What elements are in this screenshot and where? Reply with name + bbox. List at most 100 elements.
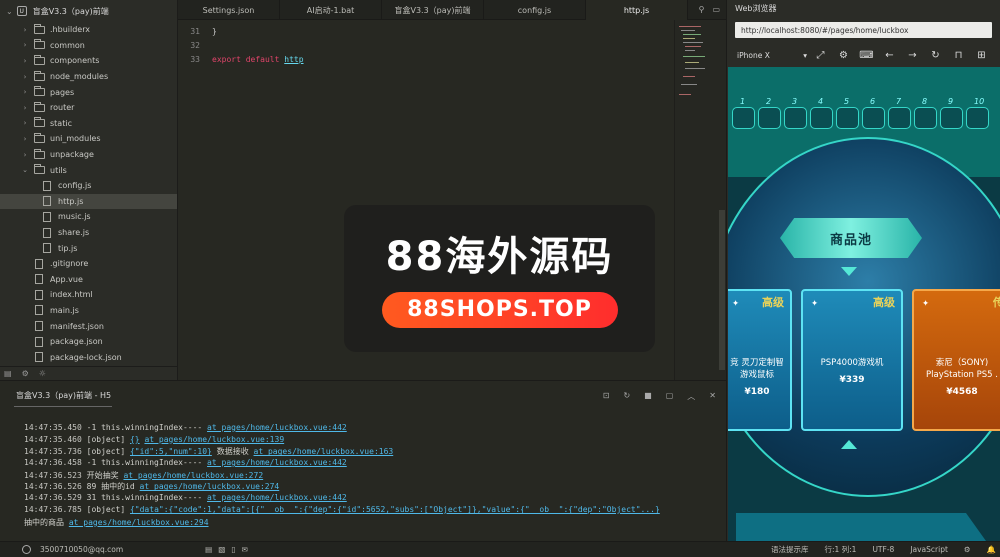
back-arrow-icon[interactable]: ←: [878, 50, 901, 61]
tree-file[interactable]: http.js: [0, 193, 177, 210]
tree-folder[interactable]: › static: [0, 116, 177, 132]
log-object[interactable]: {"id":5,"num":10}: [130, 447, 212, 456]
tree-file[interactable]: package-lock.json: [0, 349, 177, 365]
tree-item-label: node_modules: [50, 72, 109, 82]
prize-card[interactable]: 传 ✦ 索尼（SONY) PlayStation PS5 . ¥4568: [912, 289, 1000, 431]
watermark-url: 88SHOPS.TOP: [381, 291, 618, 328]
reload-icon[interactable]: ↻: [924, 50, 947, 61]
file-icon: [41, 243, 53, 254]
tree-file[interactable]: .gitignore: [0, 256, 177, 272]
code-line: 33 export default http: [178, 52, 674, 66]
chevron-right-icon: ›: [23, 88, 27, 97]
maximize-icon[interactable]: ▢: [666, 391, 674, 402]
tree-folder[interactable]: › unpackage: [0, 147, 177, 163]
tree-folder[interactable]: › pages: [0, 84, 177, 100]
tree-file[interactable]: index.html: [0, 287, 177, 303]
cursor-position[interactable]: 行:1 列:1: [824, 544, 856, 555]
log-line: 14:47:36.523 开始抽奖 at pages/home/luckbox.…: [24, 470, 726, 482]
log-source-link[interactable]: at pages/home/luckbox.vue:294: [69, 518, 209, 527]
card-price: ¥180: [744, 387, 770, 397]
card-name-line: PlayStation PS5 .: [926, 370, 998, 380]
mail-icon[interactable]: ✉: [241, 545, 247, 554]
terminal-icon[interactable]: ▤: [205, 545, 212, 554]
split-view-icon[interactable]: ▭: [712, 5, 720, 14]
folder-icon: [33, 132, 45, 144]
prize-card[interactable]: 高级 ✦ PSP4000游戏机 ¥339: [801, 289, 903, 431]
tree-file[interactable]: config.js: [0, 178, 177, 194]
screenshot-icon[interactable]: ⊞: [970, 50, 993, 61]
sidebar-bottom-bar: ▤ ⚙ ☼: [0, 366, 177, 380]
tree-folder[interactable]: › node_modules: [0, 69, 177, 85]
log-object[interactable]: {"data":{"code":1,"data":[{"__ob__":{"de…: [130, 505, 660, 514]
card-name-line: 竞 灵刀定制智: [730, 358, 784, 368]
code-keyword: export default: [212, 54, 280, 64]
tree-file[interactable]: App.vue: [0, 272, 177, 288]
number-slot: 2: [758, 97, 781, 129]
notification-icon[interactable]: 🔔: [987, 545, 996, 554]
stop-icon[interactable]: ■: [644, 391, 652, 402]
editor-tab[interactable]: AI启动-1.bat: [280, 0, 382, 20]
tree-folder[interactable]: ⌄ utils: [0, 162, 177, 178]
tree-folder[interactable]: › uni_modules: [0, 131, 177, 147]
lock-icon[interactable]: ⊓: [947, 50, 970, 61]
document-icon[interactable]: ▯: [231, 545, 235, 554]
refresh-icon[interactable]: ↻: [623, 391, 630, 402]
log-source-link[interactable]: at pages/home/luckbox.vue:139: [144, 435, 284, 444]
phone-viewport[interactable]: 1 2 3 4 5 6 7 8 9 10 商品池 高级 ✦ 竞 灵刀定制智 游戏鼠标 ¥180 高…: [728, 67, 1000, 541]
tree-folder[interactable]: › router: [0, 100, 177, 116]
image-icon[interactable]: ▧: [218, 545, 225, 554]
settings-icon[interactable]: ⚙: [22, 369, 29, 378]
prize-card[interactable]: 高级 ✦ 竞 灵刀定制智 游戏鼠标 ¥180: [728, 289, 792, 431]
encoding[interactable]: UTF-8: [872, 545, 894, 554]
star-icon: ✦: [922, 299, 930, 309]
card-name-line: 索尼（SONY): [935, 358, 989, 368]
language-mode[interactable]: JavaScript: [910, 545, 948, 554]
editor-tab[interactable]: 盲盒V3.3（pay)前端: [382, 0, 484, 20]
tree-folder[interactable]: › .hbuilderx: [0, 22, 177, 38]
slot-number: 8: [922, 97, 928, 106]
user-account[interactable]: 3500710050@qq.com: [40, 545, 123, 554]
tree-file[interactable]: music.js: [0, 209, 177, 225]
tree-file[interactable]: tip.js: [0, 240, 177, 256]
editor-tab[interactable]: http.js: [586, 0, 688, 20]
tree-file[interactable]: main.js: [0, 303, 177, 319]
tree-folder[interactable]: › components: [0, 53, 177, 69]
editor-tab[interactable]: Settings.json: [178, 0, 280, 20]
url-bar[interactable]: http://localhost:8080/#/pages/home/luckb…: [735, 22, 992, 38]
log-source-link[interactable]: at pages/home/luckbox.vue:442: [207, 458, 347, 467]
device-select[interactable]: iPhone X ▾: [735, 48, 809, 62]
log-source-link[interactable]: at pages/home/luckbox.vue:274: [140, 482, 280, 491]
browser-tab[interactable]: Web浏览器: [727, 0, 1000, 16]
filter-icon[interactable]: ⚲: [699, 5, 705, 14]
log-object[interactable]: {}: [130, 435, 140, 444]
log-source-link[interactable]: at pages/home/luckbox.vue:442: [207, 423, 347, 432]
editor-scrollbar[interactable]: [719, 210, 725, 370]
close-icon[interactable]: ✕: [709, 391, 716, 402]
editor-tab[interactable]: config.js: [484, 0, 586, 20]
tree-item-label: manifest.json: [50, 321, 104, 331]
plugin-icon[interactable]: ⚙: [964, 545, 971, 554]
file-icon: [33, 352, 45, 363]
log-source-link[interactable]: at pages/home/luckbox.vue:442: [207, 493, 347, 502]
log-source-link[interactable]: at pages/home/luckbox.vue:272: [123, 471, 263, 480]
debug-icon[interactable]: ☼: [39, 369, 46, 378]
log-source-link[interactable]: at pages/home/luckbox.vue:163: [254, 447, 394, 456]
tree-file[interactable]: manifest.json: [0, 318, 177, 334]
forward-arrow-icon[interactable]: →: [901, 50, 924, 61]
syntax-hint[interactable]: 语法提示库: [771, 544, 809, 555]
tree-file[interactable]: package.json: [0, 334, 177, 350]
card-price: ¥4568: [946, 387, 978, 397]
collapse-icon[interactable]: ︿: [687, 391, 695, 402]
project-name: 盲盒V3.3（pay)前端: [32, 6, 109, 16]
console-output[interactable]: 14:47:35.450 -1 this.winningIndex---- at…: [0, 409, 726, 528]
project-root[interactable]: ⌄ U 盲盒V3.3（pay)前端: [0, 0, 177, 22]
lock-icon[interactable]: ⊡: [603, 391, 610, 402]
rotate-icon[interactable]: ⤢: [809, 50, 832, 61]
console-tab[interactable]: 盲盒V3.3（pay)前端 - H5 ⊡ ↻ ■ ▢ ︿ ✕: [0, 381, 726, 409]
chevron-down-icon: ⌄: [6, 6, 13, 16]
settings-icon[interactable]: ⚙: [832, 50, 855, 61]
tree-folder[interactable]: › common: [0, 38, 177, 54]
file-tree-icon[interactable]: ▤: [4, 369, 12, 378]
devtools-icon[interactable]: ⌨: [855, 50, 878, 61]
tree-file[interactable]: share.js: [0, 225, 177, 241]
